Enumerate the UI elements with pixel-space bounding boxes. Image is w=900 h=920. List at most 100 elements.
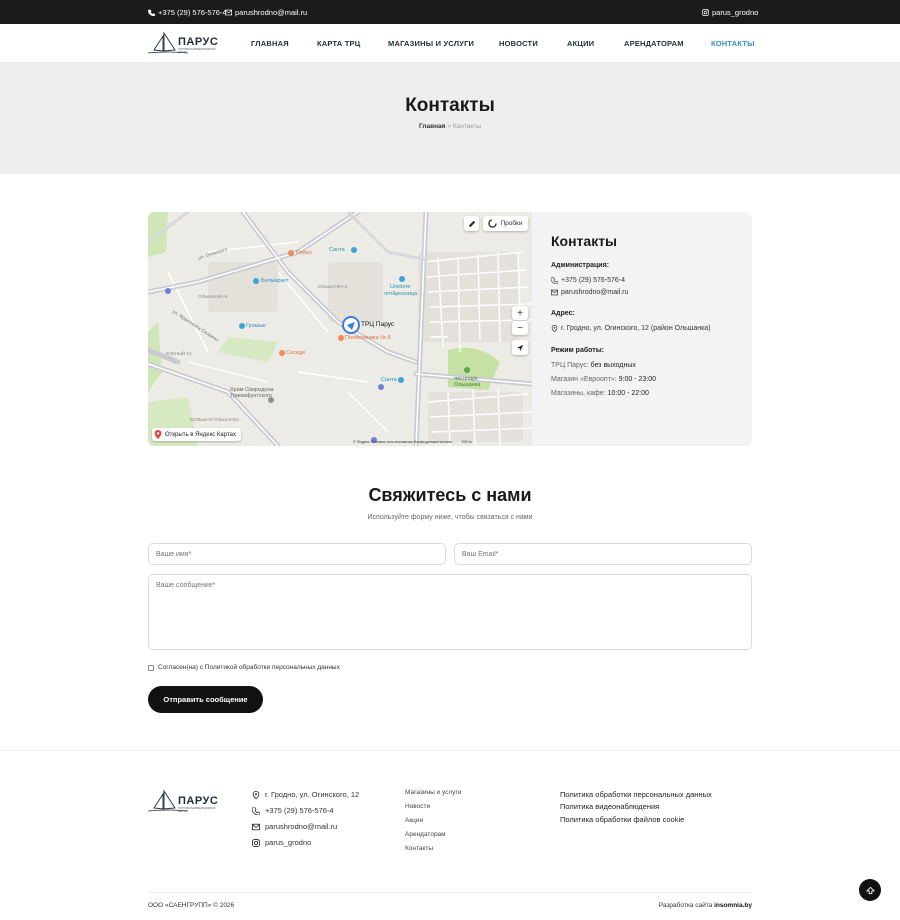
breadcrumb-current: Контакты xyxy=(452,123,481,130)
breadcrumb-home[interactable]: Главная xyxy=(419,123,445,130)
map-poi-santa2[interactable] xyxy=(398,377,404,383)
open-in-yandex-button[interactable]: Открыть в Яндекс Картах xyxy=(152,428,241,441)
zoom-out-button[interactable]: − xyxy=(512,321,528,335)
footer-email[interactable]: parushrodno@mail.ru xyxy=(252,822,337,831)
footer-link-shops[interactable]: Магазины и услуги xyxy=(405,789,461,796)
phone-icon xyxy=(252,806,260,815)
name-input[interactable] xyxy=(148,543,446,565)
header: ПАРУС ТОРГОВО-РАЗВЛЕКАТЕЛЬНЫЙ ЦЕНТР ГЛАВ… xyxy=(0,24,900,62)
mail-icon xyxy=(551,289,558,296)
map-poi-grosh[interactable] xyxy=(239,323,245,329)
zoom-in-button[interactable]: + xyxy=(512,306,528,320)
map-label-santa: Санта xyxy=(329,247,345,253)
traffic-button[interactable]: Пробки xyxy=(483,216,528,231)
form-title: Свяжитесь с нами xyxy=(368,485,532,505)
footer-dev-prefix: Разработка сайта xyxy=(658,902,713,909)
footer-link-tenants[interactable]: Арендаторам xyxy=(405,831,446,838)
mail-icon xyxy=(225,9,232,16)
footer-dev-link[interactable]: insomnia.by xyxy=(714,902,752,909)
footer-divider xyxy=(0,750,900,751)
nav-news[interactable]: НОВОСТИ xyxy=(499,39,538,48)
breadcrumb-separator: > xyxy=(447,123,452,130)
consent-checkbox-row[interactable]: Согласен(на) с Политикой обработки персо… xyxy=(148,664,340,671)
footer-policy-video[interactable]: Политика видеонаблюдения xyxy=(560,802,659,811)
contact-card: ТРЦ Парус Ройал Санта Белмаркет Unistore… xyxy=(148,212,752,446)
map-poi-park[interactable] xyxy=(464,367,470,373)
nav-shops[interactable]: МАГАЗИНЫ И УСЛУГИ xyxy=(388,39,474,48)
map-label-santa2: Санта xyxy=(381,377,397,383)
message-textarea[interactable] xyxy=(148,574,752,650)
page: +375 (29) 576-576-4 parushrodno@mail.ru … xyxy=(0,0,900,920)
top-bar: +375 (29) 576-576-4 parushrodno@mail.ru … xyxy=(0,0,900,24)
hours-value: 10:00 - 22:00 xyxy=(607,390,649,397)
nav-mall-map[interactable]: КАРТА ТРЦ xyxy=(317,39,360,48)
map-label-district2: ОЛЬШАНКА-5 xyxy=(198,294,228,299)
email-input[interactable] xyxy=(454,543,752,565)
footer-bottom-divider xyxy=(148,892,752,893)
map-poi-santa[interactable] xyxy=(351,247,357,253)
map-label-royal: Ройал xyxy=(296,250,312,256)
footer-policy-personal-data[interactable]: Политика обработки персональных данных xyxy=(560,790,712,799)
geolocation-button[interactable] xyxy=(512,340,528,355)
hours-name: ТРЦ Парус: xyxy=(551,362,589,369)
nav-promos[interactable]: АКЦИИ xyxy=(567,39,594,48)
phone-icon xyxy=(551,277,558,284)
traffic-label: Пробки xyxy=(500,220,523,227)
map-label-mall[interactable]: ТРЦ Парус xyxy=(361,321,394,328)
footer-logo-tagline: ТОРГОВО-РАЗВЛЕКАТЕЛЬНЫЙ ЦЕНТР xyxy=(178,807,216,813)
ruler-icon xyxy=(468,220,475,227)
footer-address-text: г. Гродно, ул. Огинского, 12 xyxy=(265,790,360,799)
topbar-instagram[interactable]: parus_grodno xyxy=(702,8,758,17)
map-poi-clinic[interactable] xyxy=(338,335,344,341)
footer-email-text: parushrodno@mail.ru xyxy=(265,822,338,831)
footer-logo[interactable]: ПАРУС ТОРГОВО-РАЗВЛЕКАТЕЛЬНЫЙ ЦЕНТР xyxy=(148,788,220,814)
card-phone[interactable]: +375 (29) 576-576-4 xyxy=(551,277,625,284)
submit-button[interactable]: Отправить сообщение xyxy=(148,686,263,713)
instagram-icon xyxy=(702,9,709,16)
hours-value: 9:00 - 23:00 xyxy=(618,376,657,383)
map-label-district3: ЮЖНЫЙ-14 xyxy=(166,351,192,356)
hours-value: без выходных xyxy=(590,362,636,369)
admin-label: Администрация: xyxy=(551,262,610,269)
map-copyright: © Яндекс Условия использования Конфиденц… xyxy=(353,440,471,444)
logo-brand: ПАРУС xyxy=(178,36,219,48)
footer-instagram[interactable]: parus_grodno xyxy=(252,838,311,847)
map-poi-unistore[interactable] xyxy=(399,276,405,282)
arrow-up-icon xyxy=(865,886,875,894)
map-scale: 200 м xyxy=(461,440,472,444)
nav-home[interactable]: ГЛАВНАЯ xyxy=(251,39,289,48)
map-poi-royal[interactable] xyxy=(288,250,294,256)
map-copyright-text: © Яндекс Условия использования Конфиденц… xyxy=(353,440,453,444)
nav-contacts[interactable]: КОНТАКТЫ xyxy=(711,39,755,48)
footer-phone[interactable]: +375 (29) 576-576-4 xyxy=(252,806,334,815)
location-icon xyxy=(551,325,558,332)
yandex-map[interactable]: ТРЦ Парус Ройал Санта Белмаркет Unistore… xyxy=(148,212,532,446)
consent-checkbox[interactable] xyxy=(148,664,154,671)
footer-instagram-text: parus_grodno xyxy=(265,838,312,847)
page-hero: Контакты Главная > Контакты xyxy=(0,62,900,174)
footer-link-contacts[interactable]: Контакты xyxy=(405,845,433,852)
map-poi-belmarket[interactable] xyxy=(253,278,259,284)
topbar-instagram-text: parus_grodno xyxy=(712,8,759,17)
map-pin-icon xyxy=(154,430,162,439)
scroll-to-top-button[interactable] xyxy=(859,879,881,901)
topbar-email[interactable]: parushrodno@mail.ru xyxy=(225,8,307,17)
location-arrow-icon xyxy=(516,344,524,351)
location-icon xyxy=(252,790,260,799)
topbar-phone[interactable]: +375 (29) 576-576-4 xyxy=(148,8,227,17)
footer-address: г. Гродно, ул. Огинского, 12 xyxy=(252,790,359,799)
traffic-icon xyxy=(488,219,498,228)
footer-policy-cookie[interactable]: Политика обработки файлов cookie xyxy=(560,815,684,824)
nav-tenants[interactable]: АРЕНДАТОРАМ xyxy=(624,39,684,48)
footer-link-news[interactable]: Новости xyxy=(405,803,430,810)
hours-name: Магазин «Евроопт»: xyxy=(551,376,617,383)
hours-row: Магазины, кафе: 10:00 - 22:00 xyxy=(551,390,649,397)
card-email[interactable]: parushrodno@mail.ru xyxy=(551,289,628,296)
map-poi-sosed[interactable] xyxy=(279,350,285,356)
map-label-church2: Тримифунтского xyxy=(230,393,272,399)
contacts-card-title: Контакты xyxy=(551,233,618,249)
footer-link-promos[interactable]: Акции xyxy=(405,817,423,824)
card-address: г. Гродно, ул. Огинского, 12 (район Ольш… xyxy=(551,325,711,332)
ruler-button[interactable] xyxy=(464,216,479,231)
logo[interactable]: ПАРУС ТОРГОВО-РАЗВЛЕКАТЕЛЬНЫЙ ЦЕНТР xyxy=(148,30,218,56)
